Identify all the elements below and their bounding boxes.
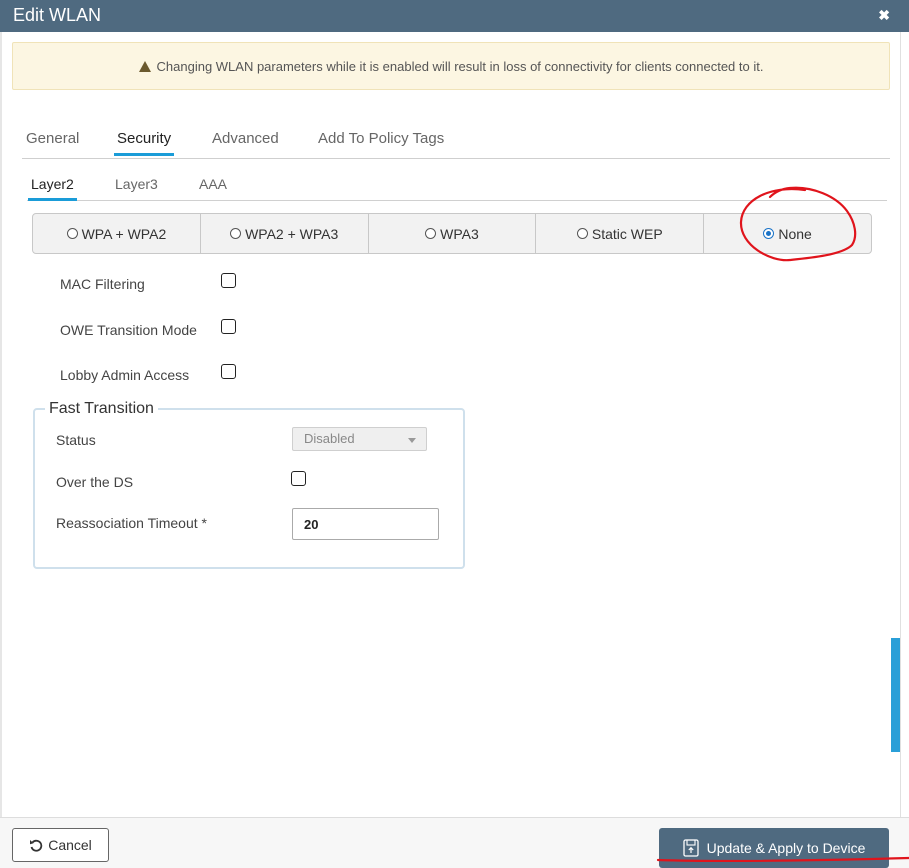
radio-wpa3[interactable]: WPA3 [369,214,537,253]
cancel-label: Cancel [48,837,92,853]
radio-label: WPA + WPA2 [81,225,167,242]
radio-static-wep[interactable]: Static WEP [536,214,705,253]
mac-filtering-label: MAC Filtering [60,276,145,292]
tab-general[interactable]: General [26,130,79,147]
subtab-layer3[interactable]: Layer3 [115,176,158,192]
lobby-admin-label: Lobby Admin Access [60,367,190,383]
close-icon[interactable]: ✖ [878,7,890,24]
owe-transition-checkbox[interactable] [221,319,236,334]
scrollbar-thumb[interactable] [891,638,900,752]
subtab-layer2[interactable]: Layer2 [28,176,77,201]
status-select-value: Disabled [304,431,355,446]
tab-security[interactable]: Security [113,130,175,156]
update-apply-button[interactable]: Update & Apply to Device [659,828,889,868]
update-apply-label: Update & Apply to Device [706,840,866,856]
owe-transition-label: OWE Transition Mode [60,322,197,338]
radio-circle[interactable] [425,228,437,239]
status-label: Status [56,432,96,448]
radio-wpa2-wpa3[interactable]: WPA2 + WPA3 [201,214,369,253]
reassoc-timeout-input[interactable] [292,508,439,540]
cancel-button[interactable]: Cancel [12,828,109,862]
sub-tabs: Layer2 Layer3 AAA [27,168,887,201]
subtab-aaa[interactable]: AAA [199,176,227,192]
radio-wpa-wpa2[interactable]: WPA + WPA2 [33,214,201,253]
radio-label: Static WEP [591,225,663,242]
mac-filtering-checkbox[interactable] [221,273,236,288]
over-ds-label: Over the DS [56,474,134,490]
radio-circle[interactable] [66,228,78,239]
radio-circle[interactable] [576,228,588,239]
radio-label: WPA3 [440,225,479,242]
tab-advanced[interactable]: Advanced [212,130,279,147]
left-border [0,32,2,867]
status-select[interactable]: Disabled [292,427,427,451]
warning-text: Changing WLAN parameters while it is ena… [156,58,764,74]
dialog-title: Edit WLAN [13,5,102,25]
reassoc-timeout-label: Reassociation Timeout * [56,515,207,531]
radio-label: None [778,225,812,242]
right-border [900,32,901,817]
save-icon [682,839,699,857]
lobby-admin-checkbox[interactable] [221,364,236,379]
radio-circle-selected[interactable] [763,228,775,239]
tab-add-to-policy-tags[interactable]: Add To Policy Tags [318,130,444,147]
warning-banner: Changing WLAN parameters while it is ena… [12,42,890,90]
radio-none[interactable]: None [704,214,871,253]
dialog-footer: Cancel Update & Apply to Device [0,817,909,868]
warning-triangle-icon [138,60,151,72]
main-tabs: General Security Advanced Add To Policy … [22,122,890,159]
radio-label: WPA2 + WPA3 [245,225,339,242]
over-ds-checkbox[interactable] [291,471,306,486]
fast-transition-group: Fast Transition Status Disabled Over the… [33,400,465,569]
fast-transition-legend: Fast Transition [45,400,158,418]
chevron-down-icon [408,438,416,443]
radio-circle[interactable] [230,228,242,239]
undo-icon [30,839,43,852]
dialog-titlebar: Edit WLAN ✖ [0,0,909,32]
security-mode-group: WPA + WPA2 WPA2 + WPA3 WPA3 Static WEP N… [32,213,872,254]
